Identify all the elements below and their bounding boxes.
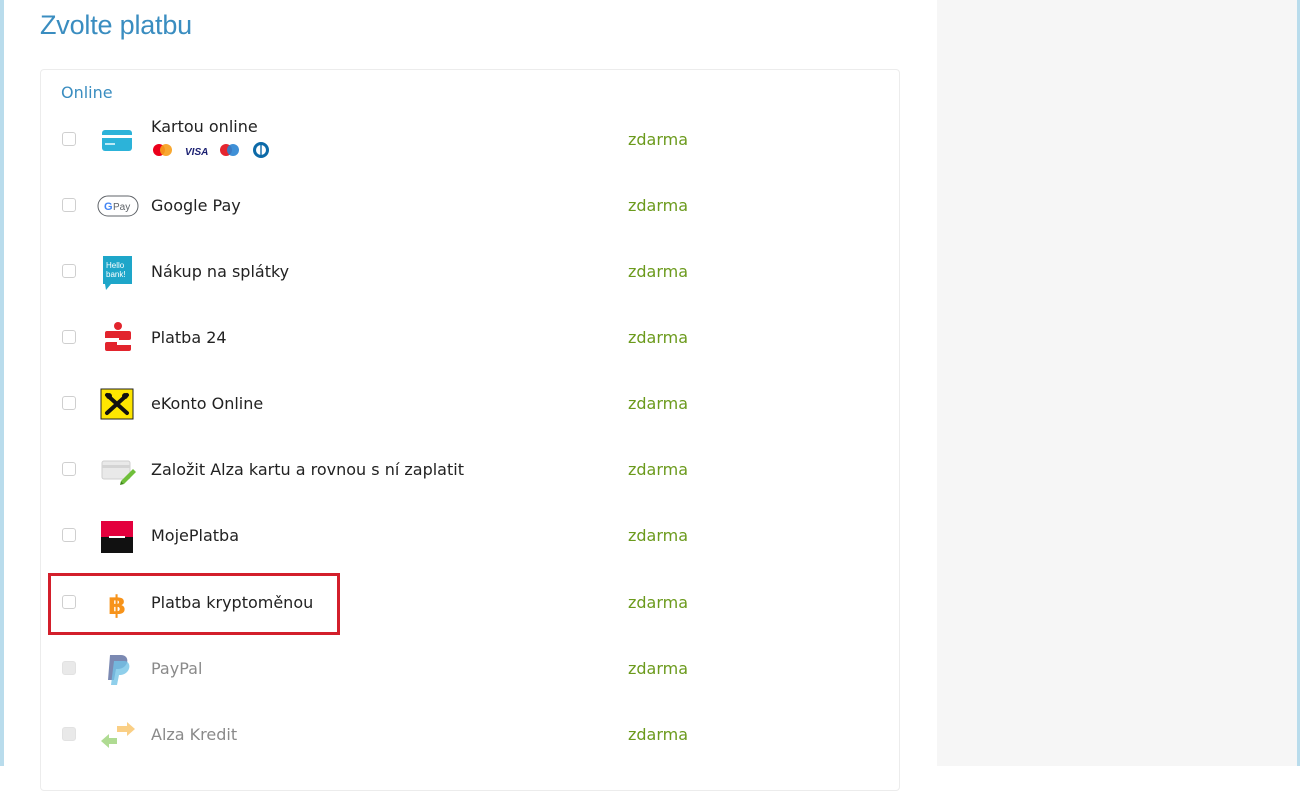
payment-checkbox[interactable] [62,132,76,146]
payment-checkbox[interactable] [62,462,76,476]
payment-option-google-pay[interactable]: G Pay Google Pay zdarma [41,174,899,240]
payment-price: zdarma [628,725,689,744]
sporitelna-icon [97,321,137,355]
payment-name: MojePlatba [151,526,240,545]
page-title: Zvolte platbu [40,10,192,40]
payment-checkbox [62,661,76,675]
payment-price: zdarma [628,659,689,678]
svg-text:G: G [104,201,113,213]
payment-option-alza-card[interactable]: Založit Alza kartu a rovnou s ní zaplati… [41,438,899,504]
payment-checkbox[interactable] [62,264,76,278]
payment-options-card: Online Kartou online VISA zdarma G Pay G… [40,69,900,791]
payment-name: Založit Alza kartu a rovnou s ní zaplati… [151,460,464,479]
mastercard-icon [151,142,175,162]
payment-option-installments[interactable]: Hello bank! Nákup na splátky zdarma [41,240,899,306]
payment-price: zdarma [628,196,689,215]
payment-price: zdarma [628,328,689,347]
payment-name: eKonto Online [151,394,264,413]
payment-price: zdarma [628,262,689,281]
highlight-box [48,573,340,635]
payment-checkbox[interactable] [62,396,76,410]
svg-text:Pay: Pay [113,202,130,213]
payment-price: zdarma [628,130,689,149]
alza-card-icon [97,453,137,487]
diners-club-icon [252,141,270,163]
payment-option-alza-kredit: Alza Kredit zdarma [41,703,899,769]
payment-price: zdarma [628,394,689,413]
payment-price: zdarma [628,460,689,479]
payment-option-card-online[interactable]: Kartou online VISA zdarma [41,108,899,174]
alza-kredit-icon [97,718,137,752]
credit-card-icon [97,123,137,157]
paypal-icon [97,652,137,686]
section-label-online: Online [61,83,113,102]
payment-price: zdarma [628,526,689,545]
payment-checkbox[interactable] [62,198,76,212]
hello-bank-icon: Hello bank! [97,255,137,290]
payment-name: PayPal [151,659,203,678]
payment-option-mojeplatba[interactable]: MojePlatba zdarma [41,504,899,570]
payment-option-platba-24[interactable]: Platba 24 zdarma [41,306,899,372]
payment-price: zdarma [628,593,689,612]
payment-option-ekonto[interactable]: eKonto Online zdarma [41,372,899,438]
payment-option-paypal: PayPal zdarma [41,637,899,703]
window-frame-left [0,0,4,766]
payment-name: Platba 24 [151,328,227,347]
payment-name: Kartou online [151,117,258,136]
payment-checkbox[interactable] [62,330,76,344]
payment-name: Nákup na splátky [151,262,290,281]
payment-name: Alza Kredit [151,725,238,744]
payment-checkbox [62,727,76,741]
komercni-banka-icon [97,519,137,553]
google-pay-icon: G Pay [97,189,139,223]
raiffeisen-icon [97,387,137,421]
payment-name: Google Pay [151,196,241,215]
svg-text:Hello: Hello [106,261,125,270]
side-panel [937,0,1297,766]
svg-text:bank!: bank! [106,270,126,279]
payment-checkbox[interactable] [62,528,76,542]
card-brands: VISA [151,141,270,163]
visa-icon: VISA [185,146,209,158]
maestro-icon [218,142,242,162]
